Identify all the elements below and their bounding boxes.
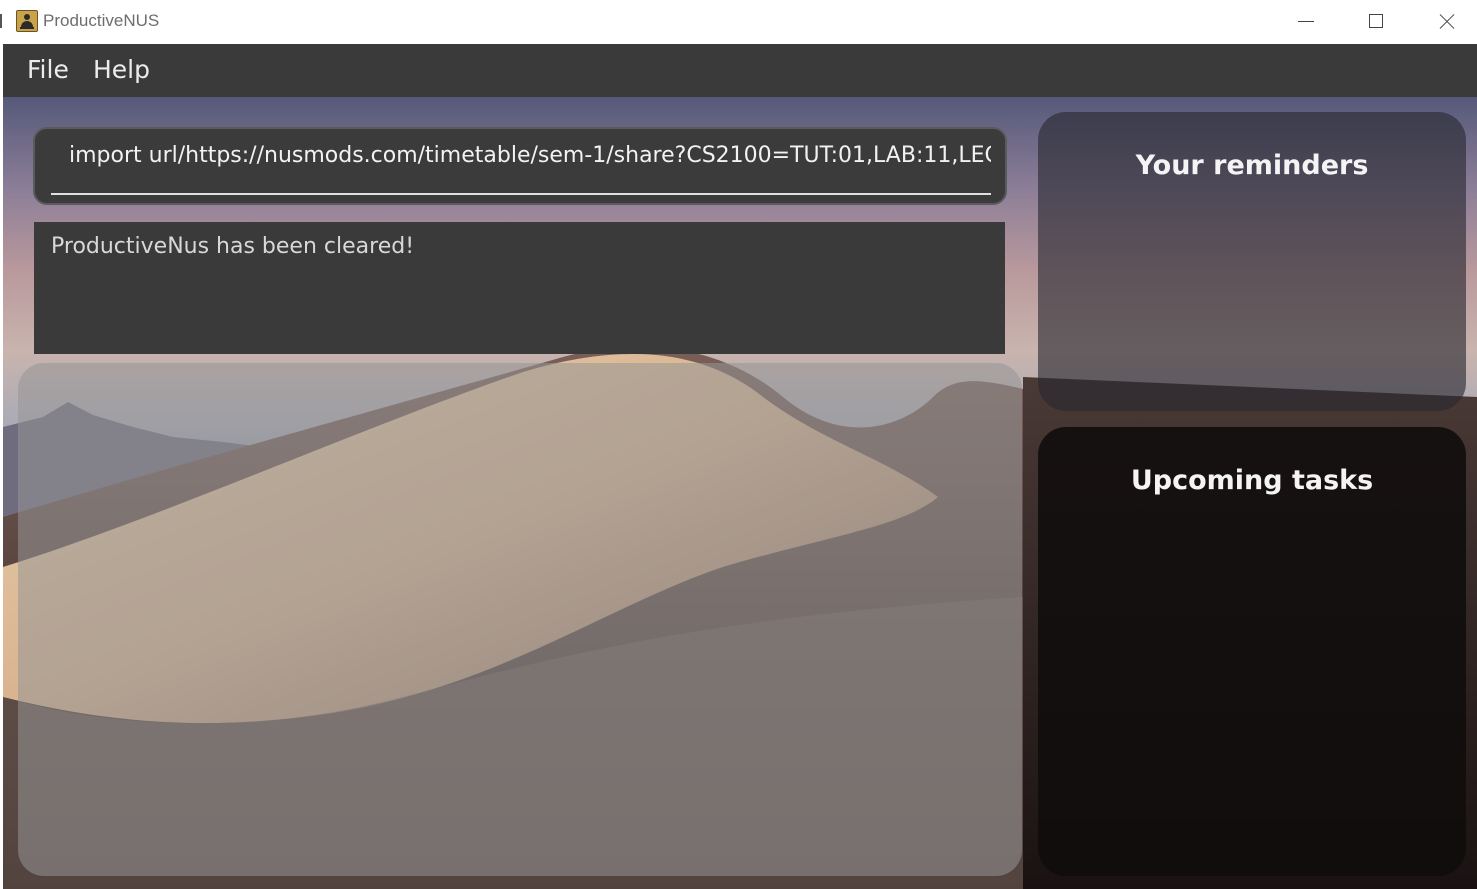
window-title: ProductiveNUS: [43, 11, 160, 30]
edge-marker: [0, 14, 2, 28]
maximize-button[interactable]: [1341, 0, 1411, 44]
upcoming-tasks-panel[interactable]: Upcoming tasks: [1038, 427, 1466, 876]
menu-bar: File Help: [3, 44, 1477, 97]
person-head-shape: [24, 14, 30, 20]
app-icon: [16, 10, 38, 32]
upcoming-tasks-title: Upcoming tasks: [1130, 465, 1374, 496]
reminders-panel[interactable]: Your reminders: [1038, 112, 1466, 411]
assignment-list-panel[interactable]: [18, 363, 1022, 876]
close-button[interactable]: [1411, 0, 1477, 44]
command-input[interactable]: import url/https://nusmods.com/timetable…: [51, 143, 991, 195]
maximize-icon: [1369, 14, 1383, 28]
minimize-button[interactable]: [1271, 0, 1341, 44]
result-message: ProductiveNus has been cleared!: [51, 234, 415, 259]
command-box: import url/https://nusmods.com/timetable…: [33, 127, 1007, 205]
app-window: ProductiveNUS File Help import url/https…: [0, 0, 1477, 889]
minimize-icon: [1298, 21, 1314, 22]
reminders-title: Your reminders: [1135, 150, 1369, 181]
result-display: ProductiveNus has been cleared!: [34, 222, 1005, 354]
menu-help[interactable]: Help: [93, 55, 150, 85]
menu-file[interactable]: File: [27, 55, 69, 85]
person-base-shape: [20, 27, 34, 29]
title-bar[interactable]: ProductiveNUS: [3, 0, 1477, 44]
